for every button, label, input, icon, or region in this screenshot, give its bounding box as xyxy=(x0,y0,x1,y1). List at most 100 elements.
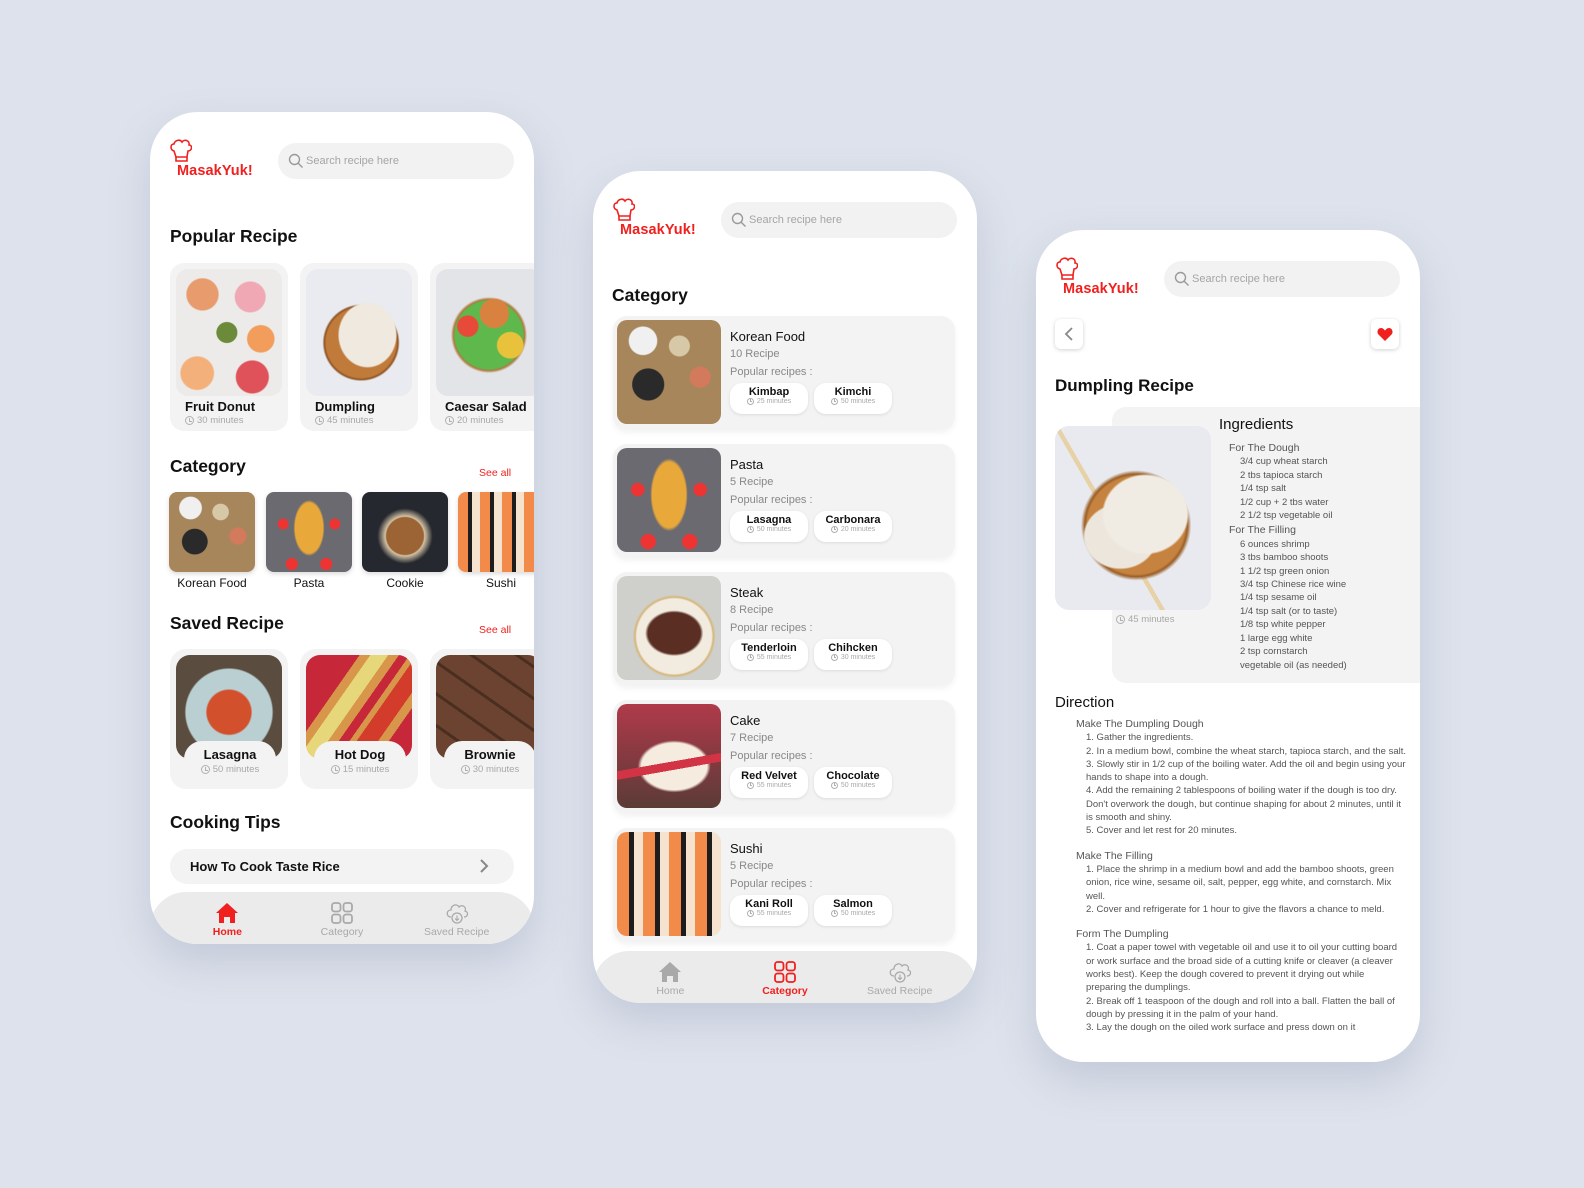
popular-recipe-card[interactable]: Fruit Donut 30 minutes xyxy=(170,263,288,431)
category-image-pasta[interactable] xyxy=(266,492,352,572)
category-image xyxy=(617,704,721,808)
category-label[interactable]: Pasta xyxy=(259,576,359,590)
category-image xyxy=(617,448,721,552)
recipe-count: 5 Recipe xyxy=(730,860,774,872)
category-image-cookie[interactable] xyxy=(362,492,448,572)
brand-name: MasakYuk! xyxy=(620,222,696,238)
saved-recipe-card[interactable]: Lasagna 50 minutes xyxy=(170,649,288,789)
saved-recipe-card[interactable]: Brownie 30 minutes xyxy=(430,649,534,789)
recipe-time: 25 minutes xyxy=(730,398,808,405)
brand-name: MasakYuk! xyxy=(1063,281,1139,297)
recipe-chip[interactable]: Kani Roll 55 minutes xyxy=(730,895,808,926)
category-row[interactable]: Korean Food 10 Recipe Popular recipes : … xyxy=(613,316,955,430)
popular-recipe-card[interactable]: Dumpling 45 minutes xyxy=(300,263,418,431)
search-bar[interactable] xyxy=(1164,261,1400,297)
recipe-chip[interactable]: Salmon 50 minutes xyxy=(814,895,892,926)
saved-recipe-title: Saved Recipe xyxy=(170,613,284,633)
category-name: Steak xyxy=(730,585,764,600)
category-row[interactable]: Pasta 5 Recipe Popular recipes : Lasagna… xyxy=(613,444,955,558)
category-image xyxy=(617,320,721,424)
ingredient-item: vegetable oil (as needed) xyxy=(1240,659,1347,671)
recipe-chip[interactable]: Kimbap 25 minutes xyxy=(730,383,808,414)
bottom-nav: Home Category Saved Recipe xyxy=(150,892,534,944)
recipe-time: 45 minutes xyxy=(1116,614,1174,625)
ingredient-item: 2 tsp cornstarch xyxy=(1240,646,1308,658)
brand-logo[interactable]: MasakYuk! xyxy=(168,139,260,183)
clock-icon xyxy=(746,654,754,661)
popular-recipes-label: Popular recipes : xyxy=(730,622,813,634)
search-bar[interactable] xyxy=(278,143,514,179)
recipe-image xyxy=(1055,426,1211,610)
recipe-chip[interactable]: Chihcken 30 minutes xyxy=(814,639,892,670)
ingredient-item: 3 tbs bamboo shoots xyxy=(1240,552,1329,564)
category-image-korean-food[interactable] xyxy=(169,492,255,572)
category-image-sushi[interactable] xyxy=(458,492,534,572)
grid-icon xyxy=(329,900,355,926)
recipe-time: 50 minutes xyxy=(814,910,892,917)
brand-logo[interactable]: MasakYuk! xyxy=(1054,257,1146,301)
recipe-detail-screen: MasakYuk! Dumpling Recipe 45 minutes Ing… xyxy=(1036,230,1420,1062)
category-row[interactable]: Steak 8 Recipe Popular recipes : Tenderl… xyxy=(613,572,955,686)
category-label[interactable]: Korean Food xyxy=(162,576,262,590)
popular-recipes-label: Popular recipes : xyxy=(730,878,813,890)
clock-icon xyxy=(746,398,754,405)
search-input[interactable] xyxy=(306,155,486,167)
recipe-chip[interactable]: Chocolate 50 minutes xyxy=(814,767,892,798)
recipe-count: 8 Recipe xyxy=(730,604,774,616)
cooking-tip-item[interactable]: How To Cook Taste Rice xyxy=(170,849,514,884)
cloud-download-icon xyxy=(887,959,913,985)
nav-home[interactable]: Home xyxy=(177,892,277,944)
ingredient-item: 1/4 tsp salt (or to taste) xyxy=(1240,605,1338,617)
saved-see-all-link[interactable]: See all xyxy=(479,624,511,636)
recipe-name: Kimbap xyxy=(748,386,790,398)
category-row[interactable]: Sushi 5 Recipe Popular recipes : Kani Ro… xyxy=(613,828,955,942)
recipe-chip[interactable]: Red Velvet 55 minutes xyxy=(730,767,808,798)
home-icon xyxy=(657,959,683,985)
nav-category[interactable]: Category xyxy=(735,951,835,1003)
category-label[interactable]: Sushi xyxy=(451,576,534,590)
direction-step: 1. Gather the ingredients. xyxy=(1086,732,1194,744)
search-icon xyxy=(1174,271,1190,287)
app-header: MasakYuk! xyxy=(1054,254,1400,304)
category-row[interactable]: Cake 7 Recipe Popular recipes : Red Velv… xyxy=(613,700,955,814)
saved-recipe-card[interactable]: Hot Dog 15 minutes xyxy=(300,649,418,789)
popular-recipe-card[interactable]: Caesar Salad 20 minutes xyxy=(430,263,534,431)
nav-saved-recipe[interactable]: Saved Recipe xyxy=(850,951,950,1003)
ingredients-list: For The Dough 3/4 cup wheat starch 2 tbs t… xyxy=(1229,440,1347,672)
ingredient-item: 1/4 tsp sesame oil xyxy=(1240,592,1317,604)
brand-logo[interactable]: MasakYuk! xyxy=(611,198,703,242)
clock-icon xyxy=(460,765,470,774)
direction-group: Make The Dumpling Dough xyxy=(1076,718,1204,730)
recipe-time: 50 minutes xyxy=(730,526,808,533)
favorite-button[interactable] xyxy=(1371,319,1399,349)
chevron-right-icon xyxy=(480,859,489,873)
recipe-time: 55 minutes xyxy=(730,910,808,917)
recipe-chip[interactable]: Carbonara 20 minutes xyxy=(814,511,892,542)
recipe-name: Lasagna xyxy=(746,514,792,526)
category-screen: MasakYuk! Category Korean Food 10 Recipe… xyxy=(593,171,977,1003)
recipe-chip[interactable]: Kimchi 50 minutes xyxy=(814,383,892,414)
clock-icon xyxy=(746,782,754,789)
search-input[interactable] xyxy=(749,214,929,226)
recipe-chip[interactable]: Tenderloin 55 minutes xyxy=(730,639,808,670)
recipe-name: Chihcken xyxy=(828,642,878,654)
category-label[interactable]: Cookie xyxy=(355,576,455,590)
category-name: Sushi xyxy=(730,841,763,856)
search-input[interactable] xyxy=(1192,273,1372,285)
category-title: Category xyxy=(170,456,246,476)
nav-category[interactable]: Category xyxy=(292,892,392,944)
recipe-chip[interactable]: Lasagna 50 minutes xyxy=(730,511,808,542)
category-see-all-link[interactable]: See all xyxy=(479,467,511,479)
nav-saved-recipe[interactable]: Saved Recipe xyxy=(407,892,507,944)
search-bar[interactable] xyxy=(721,202,957,238)
direction-step: 2. Break off 1 teaspoon of the dough and… xyxy=(1086,995,1395,1020)
clock-icon xyxy=(200,765,210,774)
recipe-caption: Lasagna 50 minutes xyxy=(184,741,276,785)
back-button[interactable] xyxy=(1055,319,1083,349)
recipe-time: 20 minutes xyxy=(814,526,892,533)
search-icon xyxy=(288,153,304,169)
nav-home[interactable]: Home xyxy=(620,951,720,1003)
popular-recipes-label: Popular recipes : xyxy=(730,366,813,378)
recipe-time: 30 minutes xyxy=(814,654,892,661)
chef-hat-icon xyxy=(170,139,192,163)
